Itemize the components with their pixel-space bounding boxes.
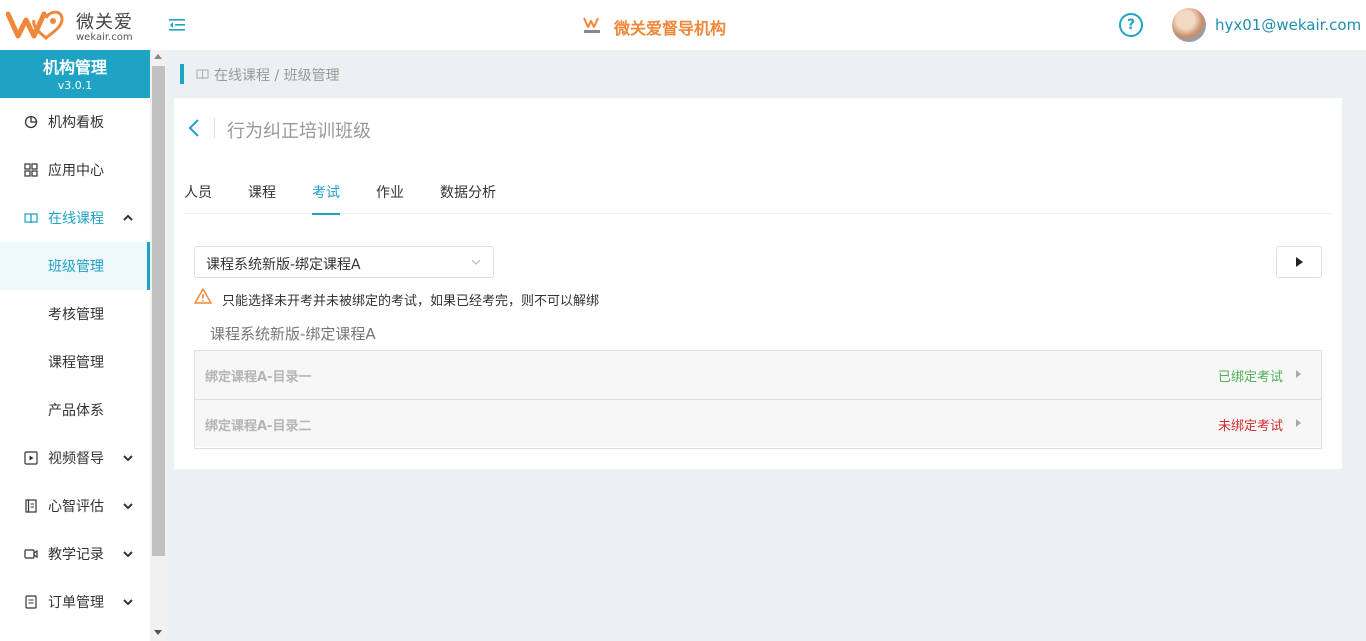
chevron-down-icon — [123, 455, 133, 462]
title-divider — [214, 118, 215, 138]
tab-bar: 人员 课程 考试 作业 数据分析 — [184, 182, 1332, 215]
catalog-label: 绑定课程A-目录二 — [205, 419, 312, 434]
sidebar-header: 机构管理 v3.0.1 — [0, 50, 150, 98]
status-badge: 已绑定考试 — [1217, 370, 1283, 385]
sidebar-item-mental-assessment[interactable]: 心智评估 — [0, 482, 150, 530]
caret-right-icon — [1296, 419, 1301, 427]
sidebar-subitem-label: 产品体系 — [48, 403, 104, 419]
sidebar-title: 机构管理 — [42, 58, 107, 77]
main-card: 行为纠正培训班级 人员 课程 考试 作业 数据分析 课程系统新版-绑定课程A 只… — [174, 98, 1342, 469]
chevron-down-icon — [123, 551, 133, 558]
tab-data-analysis[interactable]: 数据分析 — [440, 182, 496, 214]
tab-exams[interactable]: 考试 — [312, 182, 340, 215]
breadcrumb-accent-bar — [180, 64, 184, 84]
chevron-down-icon — [123, 599, 133, 606]
sidebar-item-online-courses[interactable]: 在线课程 — [0, 194, 150, 242]
list-item[interactable]: 绑定课程A-目录二 未绑定考试 — [195, 399, 1321, 447]
sidebar-subitem-product-system[interactable]: 产品体系 — [0, 386, 150, 434]
sidebar-item-dashboard[interactable]: 机构看板 — [0, 98, 150, 146]
logo[interactable]: 微关爱 wekair.com — [6, 6, 146, 46]
brand-title: 微关爱督导机构 — [614, 19, 727, 38]
book-icon — [24, 213, 38, 224]
catalog-list: 绑定课程A-目录一 已绑定考试 绑定课程A-目录二 未绑定考试 — [194, 350, 1322, 449]
sidebar-item-label: 机构看板 — [48, 115, 104, 131]
logo-url: wekair.com — [76, 32, 133, 43]
tab-homework[interactable]: 作业 — [376, 182, 404, 214]
page-title: 行为纠正培训班级 — [227, 121, 371, 142]
chevron-up-icon — [123, 214, 133, 221]
order-icon — [25, 595, 37, 609]
tab-courses[interactable]: 课程 — [248, 182, 276, 214]
sidebar-item-label: 视频督导 — [48, 451, 104, 467]
sidebar-subitem-class-management[interactable]: 班级管理 — [0, 242, 150, 290]
catalog-label: 绑定课程A-目录一 — [205, 370, 312, 385]
play-button[interactable] — [1276, 246, 1322, 278]
status-badge: 未绑定考试 — [1217, 419, 1283, 434]
sidebar-item-video-supervision[interactable]: 视频督导 — [0, 434, 150, 482]
scroll-down-icon[interactable] — [154, 630, 162, 635]
course-select[interactable]: 课程系统新版-绑定课程A — [194, 246, 494, 278]
user-name[interactable]: hyx01@wekair.com — [1215, 16, 1361, 34]
logo-w-icon — [6, 10, 64, 40]
sidebar-item-apps[interactable]: 应用中心 — [0, 146, 150, 194]
sidebar-item-label: 应用中心 — [48, 163, 104, 179]
warning-text: 只能选择未开考并未被绑定的考试，如果已经考完，则不可以解绑 — [222, 294, 600, 309]
logo-name: 微关爱 — [76, 12, 133, 33]
warning-icon — [194, 288, 212, 304]
sidebar-subitem-label: 班级管理 — [48, 259, 104, 275]
scroll-up-icon[interactable] — [154, 54, 162, 59]
dashboard-icon — [24, 115, 38, 129]
tab-members[interactable]: 人员 — [184, 182, 212, 214]
sidebar-version: v3.0.1 — [57, 79, 93, 92]
list-item[interactable]: 绑定课程A-目录一 已绑定考试 — [195, 351, 1321, 399]
sidebar-subitem-course-management[interactable]: 课程管理 — [0, 338, 150, 386]
notebook-icon — [25, 499, 37, 513]
play-icon — [1296, 257, 1303, 267]
sidebar: 机构管理 v3.0.1 机构看板 应用中心 在线课程 班级管理 考核管理 课程管… — [0, 50, 150, 641]
sidebar-subitem-label: 考核管理 — [48, 307, 104, 323]
back-arrow-icon[interactable] — [186, 118, 202, 138]
sidebar-item-order-management[interactable]: 订单管理 — [0, 578, 150, 626]
apps-icon — [24, 163, 38, 177]
top-bar: 微关爱 wekair.com 微关爱督导机构 ? hyx01@wekair.co… — [0, 0, 1366, 50]
book-icon — [196, 69, 209, 80]
caret-right-icon — [1296, 370, 1301, 378]
sidebar-item-label: 订单管理 — [48, 595, 104, 611]
sidebar-subitem-assessment-management[interactable]: 考核管理 — [0, 290, 150, 338]
course-select-value: 课程系统新版-绑定课程A — [206, 257, 361, 273]
breadcrumb-text: 在线课程 / 班级管理 — [214, 68, 340, 84]
sidebar-item-label: 教学记录 — [48, 547, 104, 563]
avatar[interactable] — [1172, 8, 1206, 42]
menu-collapse-icon[interactable] — [168, 16, 186, 34]
chevron-down-icon — [123, 503, 133, 510]
video-play-icon — [24, 451, 38, 465]
camera-icon — [24, 549, 38, 559]
sidebar-item-label: 心智评估 — [48, 499, 104, 515]
help-icon[interactable]: ? — [1119, 13, 1143, 37]
sidebar-item-label: 在线课程 — [48, 211, 104, 227]
brand-logo-icon — [583, 17, 600, 33]
sidebar-scrollbar[interactable] — [150, 50, 167, 641]
scroll-thumb[interactable] — [152, 66, 165, 556]
course-name: 课程系统新版-绑定课程A — [210, 325, 376, 343]
sidebar-subitem-label: 课程管理 — [48, 355, 104, 371]
chevron-down-icon — [471, 259, 481, 265]
sidebar-item-teaching-records[interactable]: 教学记录 — [0, 530, 150, 578]
